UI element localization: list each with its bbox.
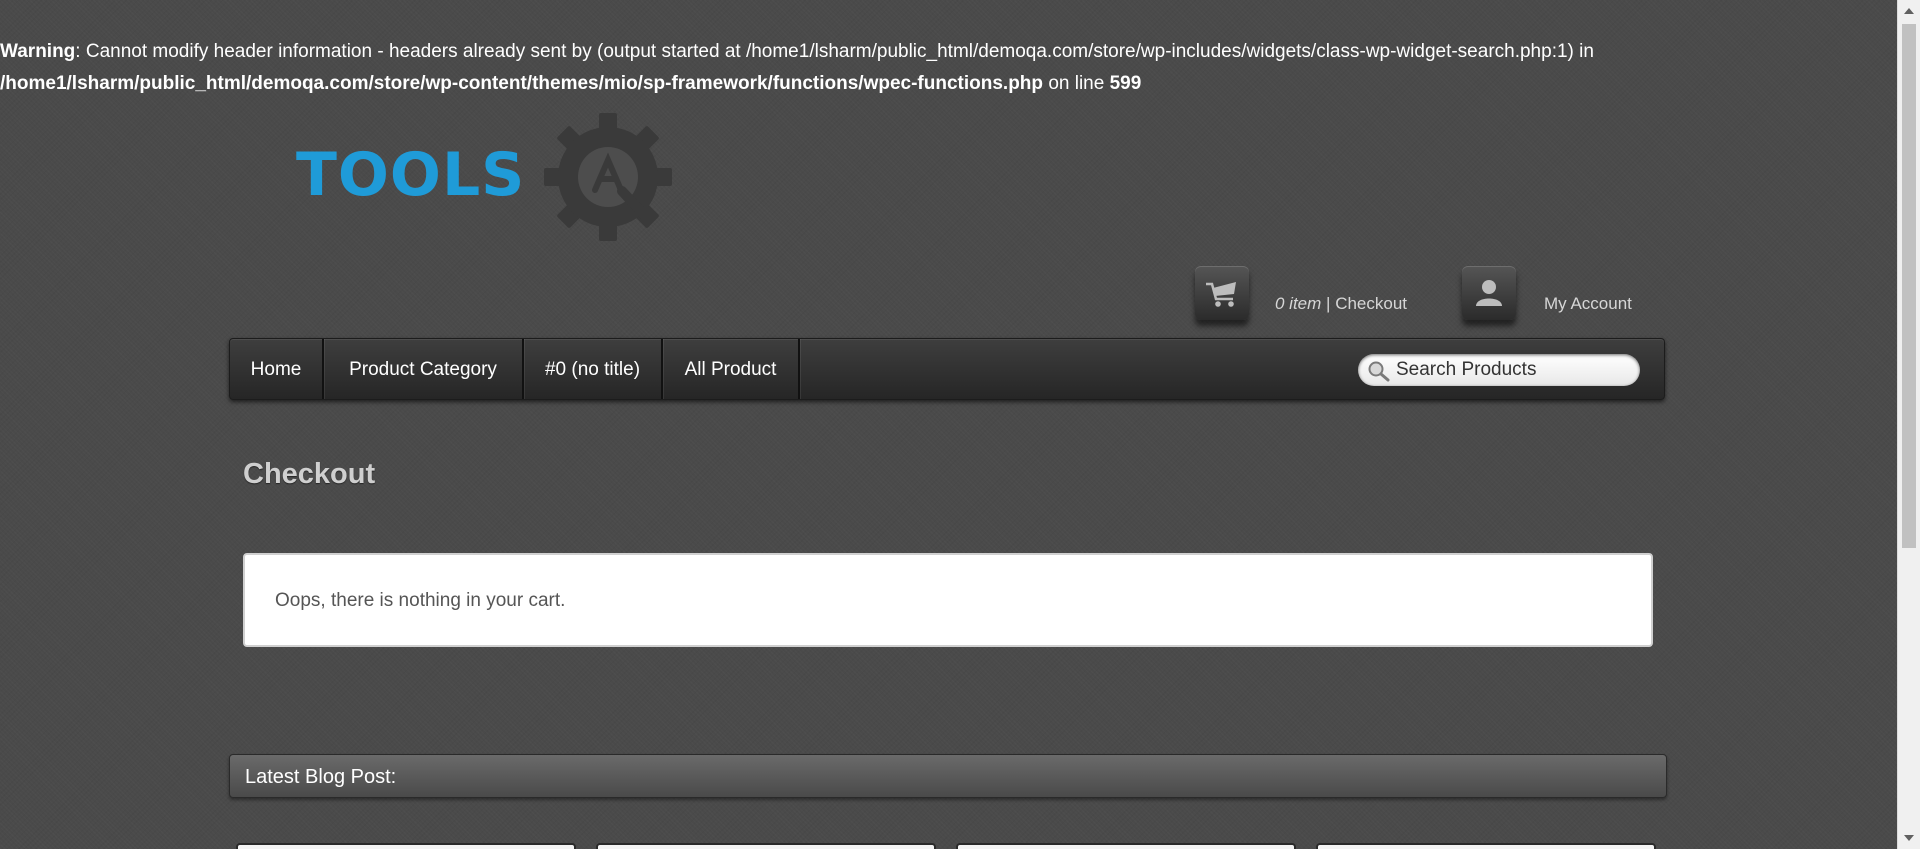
search-icon [1368,361,1390,382]
search-box[interactable] [1358,354,1640,386]
toolsqa-logo[interactable]: TOOLS A [296,110,676,245]
blog-card[interactable] [1316,843,1656,849]
page-scrollbar[interactable] [1897,0,1920,849]
cart-separator: | [1326,294,1331,313]
cart-item-count[interactable]: 0 item [1275,294,1321,313]
scroll-up-arrow-icon[interactable] [1904,8,1914,14]
latest-blog-header: Latest Blog Post: [229,754,1667,798]
warning-text: : Cannot modify header information - hea… [75,41,1594,62]
logo-text: TOOLS [296,140,526,210]
nav-item-all-product[interactable]: All Product [663,339,800,399]
warning-file-path: /home1/lsharm/public_html/demoqa.com/sto… [0,73,1044,94]
search-input[interactable] [1396,354,1632,386]
php-warning-message: Warning: Cannot modify header informatio… [0,36,1880,100]
nav-item-home[interactable]: Home [230,339,324,399]
latest-blog-title: Latest Blog Post: [245,766,397,788]
header-mini-links: 0 item | Checkout My Account [1195,266,1645,326]
cart-icon[interactable] [1195,266,1249,320]
warning-label: Warning [0,41,76,62]
user-icon[interactable] [1462,266,1516,320]
blog-card[interactable] [956,843,1296,849]
cart-summary: 0 item | Checkout [1275,294,1407,314]
scroll-down-arrow-icon[interactable] [1904,835,1914,841]
blog-card[interactable] [596,843,936,849]
scroll-thumb[interactable] [1902,24,1916,548]
empty-cart-notice: Oops, there is nothing in your cart. [243,553,1653,647]
empty-cart-message: Oops, there is nothing in your cart. [275,590,566,611]
checkout-link[interactable]: Checkout [1335,294,1407,313]
blog-card[interactable] [236,843,576,849]
warning-line-prefix: on line [1048,73,1105,94]
my-account-link[interactable]: My Account [1544,294,1632,313]
account-link-wrap: My Account [1544,294,1632,314]
nav-item-no-title[interactable]: #0 (no title) [524,339,663,399]
page-title: Checkout [243,458,376,490]
warning-line-number: 599 [1109,73,1142,94]
nav-item-product-category[interactable]: Product Category [324,339,524,399]
